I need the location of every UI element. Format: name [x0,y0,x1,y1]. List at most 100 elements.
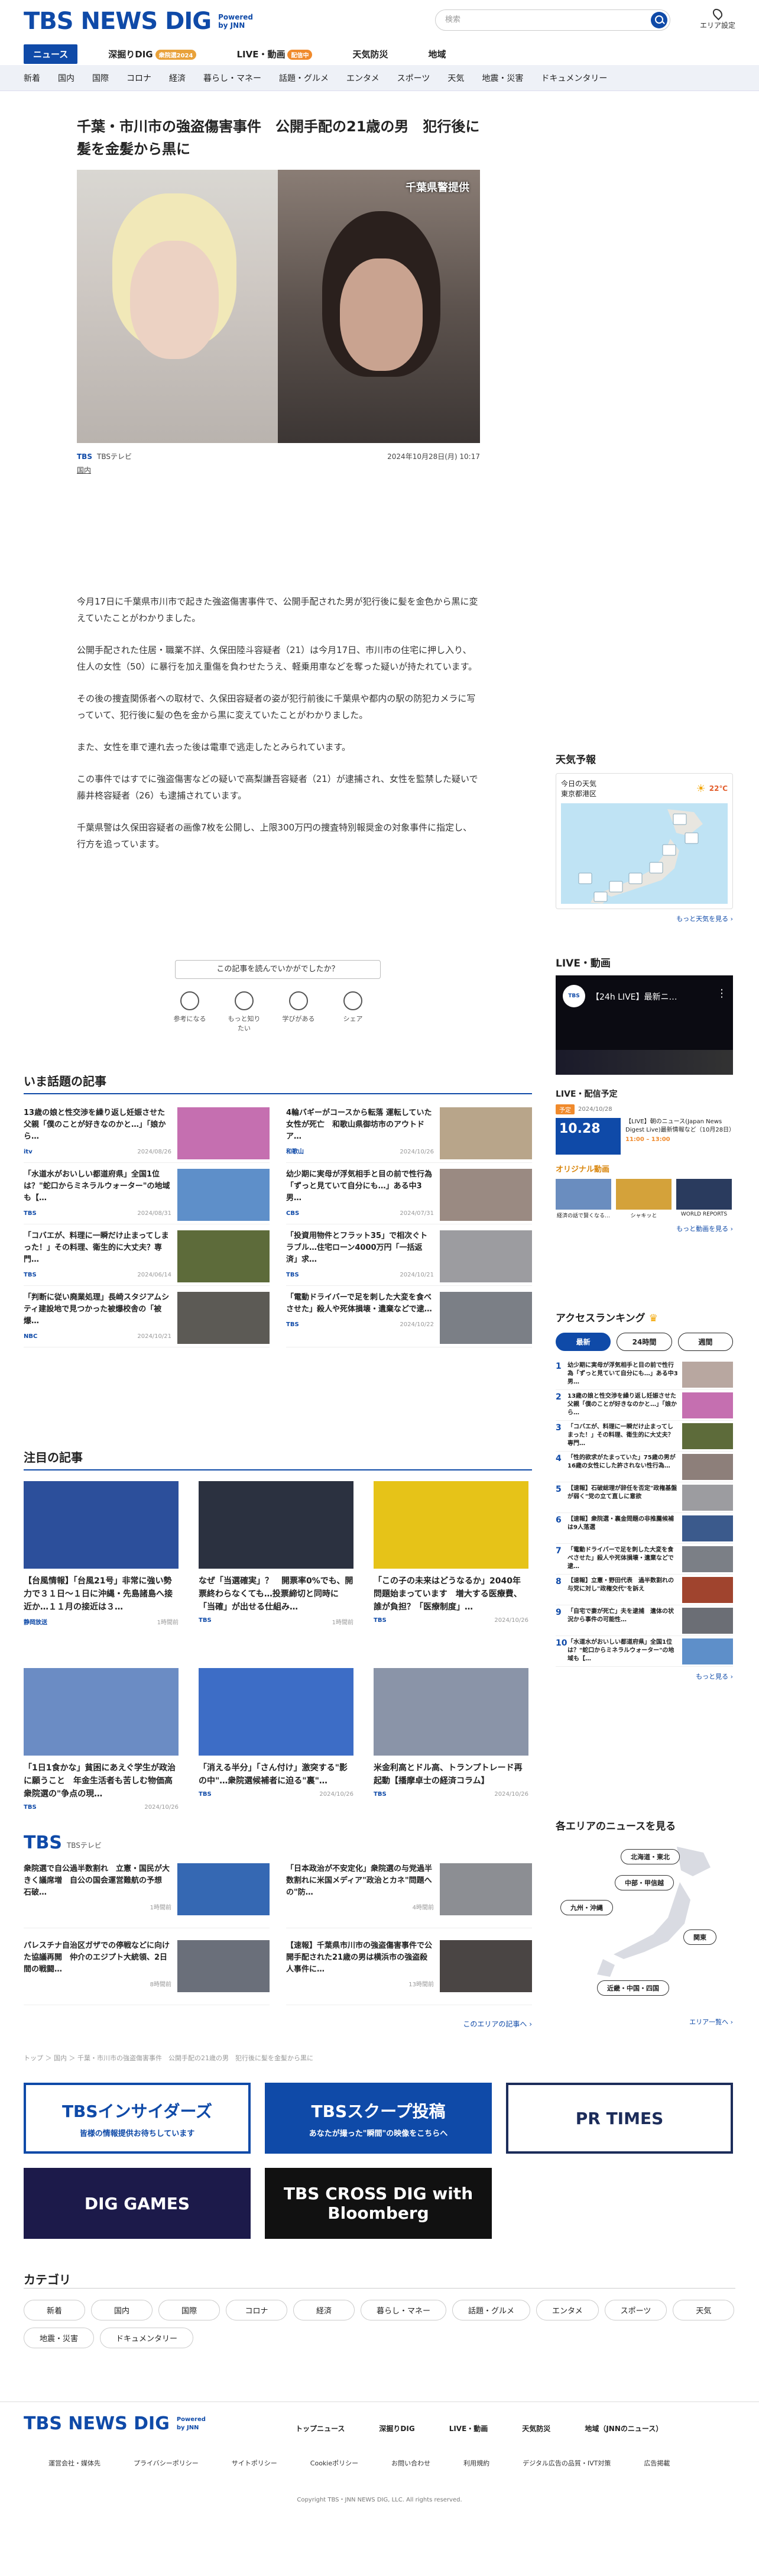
category-chip[interactable]: 国際 [158,2300,220,2320]
banner[interactable]: TBSスクープ投稿 あなたが撮った"瞬間"の映像をこちらへ [265,2083,492,2154]
tbs-item[interactable]: パレスチナ自治区ガザでの停戦などに向けた協議再開 仲介のエジプト大統領、2日間の… [24,1934,270,2005]
trending-item[interactable]: 「電動ドライバーで足を刺した大変を食べさせた」殺人や死体損壊・遺棄などで逮… TB… [286,1286,532,1347]
ranking-item[interactable]: 9 「自宅で妻が死亡」夫を逮捕 遺体の状況から事件の可能性… [556,1605,733,1636]
tbs-item[interactable]: 【速報】千葉県市川市の強盗傷害事件で公開手配された21歳の男は横浜市の強盗殺人事… [286,1934,532,2005]
ranking-item[interactable]: 1 幼少期に実母が浮気相手と目の前で性行為「ずっと見ていて自分にも…」ある中3男… [556,1359,733,1390]
featured-card[interactable]: 「消える半分」「さん付け」激突する"影の中"…衆院選候補者に迫る"裏"… TBS 2… [199,1668,353,1845]
category-chip[interactable]: 国内 [91,2300,153,2320]
category-chip[interactable]: コロナ [226,2300,287,2320]
footer-sub-link[interactable]: 広告掲載 [644,2458,670,2468]
area-button[interactable]: 近畿・中国・四国 [597,1980,669,1996]
footer-main-link[interactable]: 天気防災 [522,2423,550,2433]
trending-item[interactable]: 4輪バギーがコースから転落 運転していた女性が死亡 和歌山県御坊市のアウトドア…… [286,1101,532,1163]
footer-main-link[interactable]: LIVE・動画 [449,2423,488,2433]
reaction-button[interactable]: 参考になる [171,991,208,1033]
banner[interactable]: TBSインサイダーズ 皆様の情報提供お待ちしています [24,2083,251,2154]
category-nav-item[interactable]: 地震・災害 [482,72,523,84]
more-vert-icon[interactable]: ⋮ [716,987,727,1000]
category-nav-item[interactable]: スポーツ [397,72,430,84]
ranking-item[interactable]: 8 【速報】立憲・野田代表 過半数割れの与党に対し"政権交代"を訴え [556,1575,733,1605]
tbs-item[interactable]: 衆院選で自公過半数割れ 立憲・国民が大きく議席増 自公の国会運営難航の予想 石破… [24,1857,270,1928]
featured-card[interactable]: 「1日1食かな」貧困にあえぐ学生が政治に願うこと 年金生活者も苦しむ物価高 衆院… [24,1668,181,1845]
area-button[interactable]: 関東 [683,1929,716,1945]
schedule-item[interactable]: 10.28 【LIVE】朝のニュース(Japan News Digest Liv… [556,1118,735,1155]
reaction-button[interactable]: もっと知りたい [226,991,262,1033]
original-video[interactable]: シャキッと [616,1179,672,1219]
featured-card[interactable]: 米金利高とドル高、トランプトレード再起動【播摩卓士の経済コラム】 TBS 2024/… [374,1668,528,1845]
breadcrumb[interactable]: トップ ＞ 国内 ＞ 千葉・市川市の強盗傷害事件 公開手配の21歳の男 犯行後に… [24,2053,313,2063]
footer-main-link[interactable]: 深掘りDIG [379,2423,414,2433]
banner[interactable]: DIG GAMES [24,2168,251,2239]
footer-sub-link[interactable]: 利用規約 [463,2458,489,2468]
trending-item[interactable]: 幼少期に実母が浮気相手と目の前で性行為「ずっと見ていて自分にも…」ある中3男… C… [286,1163,532,1224]
category-nav-item[interactable]: 国内 [58,72,74,84]
banner[interactable]: TBS CROSS DIG with Bloomberg [265,2168,492,2239]
category-chip[interactable]: 地震・災害 [24,2328,95,2348]
category-nav-item[interactable]: 国際 [92,72,109,84]
weather-box[interactable]: 今日の天気 東京都港区 ☀ 22℃ [556,773,733,909]
footer-main-link[interactable]: トップニュース [296,2423,345,2433]
featured-card[interactable]: なぜ「当選確実」？ 開票率0%でも、開票終わらなくても…投票締切と同時に「当確」… [199,1481,353,1659]
category-chip[interactable]: エンタメ [536,2300,599,2320]
tbs-item[interactable]: 「日本政治が不安定化」衆院選の与党過半数割れに米国メディア"政治とカネ"問題への… [286,1857,532,1928]
tab-weather[interactable]: 天気防災 [343,44,397,64]
ranking-item[interactable]: 2 13歳の娘と性交渉を繰り返し妊娠させた父親「僕のことが好きなのかと…」「娘から… [556,1390,733,1421]
ranking-item[interactable]: 3 「コバエが、料理に一瞬だけ止まってしまった！」その料理、衛生的に大丈夫？専門… [556,1421,733,1452]
category-nav-item[interactable]: コロナ [126,72,151,84]
tab-dig[interactable]: 深掘りDIG 衆院選2024 [99,44,206,64]
tab-area[interactable]: 地域 [419,44,455,64]
category-chip[interactable]: スポーツ [604,2300,667,2320]
ranking-item[interactable]: 4 「性的欲求がたまっていた」75歳の男が16歳の女性にした許されない性行為… [556,1452,733,1482]
category-chip[interactable]: 暮らし・マネー [361,2300,447,2320]
trending-item[interactable]: 「水道水がおいしい都道府県」全国1位は？"蛇口からミネラルウォーター"の地域も【… [24,1163,270,1224]
ranking-tab[interactable]: 週間 [677,1333,733,1351]
featured-card[interactable]: 【台風情報】「台風21号」非常に強い勢力で３１日〜１日に沖縄・先島諸島へ接近か…… [24,1481,179,1659]
tab-live[interactable]: LIVE・動画 配信中 [227,44,322,64]
footer-sub-link[interactable]: 運営会社・媒体先 [48,2458,100,2468]
area-button[interactable]: 北海道・東北 [621,1849,680,1864]
category-nav-item[interactable]: 話題・グルメ [279,72,329,84]
ranking-item[interactable]: 10 「水道水がおいしい都道府県」全国1位は？"蛇口からミネラルウォーター"の地域… [556,1636,733,1667]
ranking-item[interactable]: 5 【速報】石破総理が辞任を否定"政権基盤が弱く"党の立て直しに意欲 [556,1482,733,1513]
footer-sub-link[interactable]: サイトポリシー [232,2458,277,2468]
category-nav-item[interactable]: 暮らし・マネー [203,72,261,84]
footer-sub-link[interactable]: お問い合わせ [391,2458,430,2468]
reaction-button[interactable]: シェア [335,991,371,1033]
featured-card[interactable]: 「この子の未来はどうなるか」2040年問題始まっています 増大する医療費、誰が負… [374,1481,528,1659]
footer-logo[interactable]: TBS NEWS DIG [24,2413,170,2434]
search-input[interactable]: 検索 [435,9,670,31]
category-chip[interactable]: 新着 [24,2300,85,2320]
category-chip[interactable]: 話題・グルメ [452,2300,531,2320]
area-button[interactable]: 中部・甲信越 [615,1875,674,1890]
category-nav-item[interactable]: 経済 [169,72,186,84]
site-logo[interactable]: TBS NEWS DIG [24,8,212,35]
ranking-item[interactable]: 6 【速報】衆院選・裏金問題の非推薦候補は9人落選 [556,1513,733,1544]
area-setting-button[interactable]: エリア設定 [700,7,735,30]
search-icon[interactable] [651,12,667,28]
category-nav-item[interactable]: 新着 [24,72,40,84]
reaction-button[interactable]: 学びがある [280,991,317,1033]
trending-item[interactable]: 13歳の娘と性交渉を繰り返し妊娠させた父親「僕のことが好きなのかと…」「娘から…… [24,1101,270,1163]
footer-sub-link[interactable]: Cookieポリシー [310,2458,358,2468]
category-nav-item[interactable]: ドキュメンタリー [541,72,607,84]
original-video[interactable]: WORLD REPORTS [676,1179,732,1219]
area-button[interactable]: 九州・沖縄 [560,1900,613,1915]
trending-item[interactable]: 「コバエが、料理に一瞬だけ止まってしまった！」その料理、衛生的に大丈夫？専門… T… [24,1224,270,1286]
category-chip[interactable]: 経済 [293,2300,355,2320]
category-nav-item[interactable]: エンタメ [346,72,380,84]
ranking-item[interactable]: 7 「電動ドライバーで足を刺した大変を食べさせた」殺人や死体損壊・遺棄などで逮… [556,1544,733,1575]
category-nav-item[interactable]: 天気 [447,72,464,84]
areas-more-link[interactable]: エリア一覧へ › [556,2017,733,2026]
trending-item[interactable]: 「投資用物件とフラット35」で相次ぐトラブル…住宅ローン4000万円「一括返済」… [286,1224,532,1286]
article-category-link[interactable]: 国内 [77,465,480,475]
banner[interactable]: PR TIMES [506,2083,733,2154]
ranking-tab[interactable]: 最新 [556,1333,611,1351]
category-chip[interactable]: 天気 [673,2300,735,2320]
ranking-more-link[interactable]: もっと見る › [556,1672,733,1681]
footer-sub-link[interactable]: プライバシーポリシー [134,2458,199,2468]
footer-sub-link[interactable]: デジタル広告の品質・IVT対策 [523,2458,611,2468]
footer-main-link[interactable]: 地域（JNNのニュース） [585,2423,663,2433]
category-chip[interactable]: ドキュメンタリー [100,2328,194,2348]
live-video[interactable]: TBS 【24h LIVE】最新ニ… ⋮ [556,975,733,1075]
weather-more-link[interactable]: もっと天気を見る › [556,914,733,923]
